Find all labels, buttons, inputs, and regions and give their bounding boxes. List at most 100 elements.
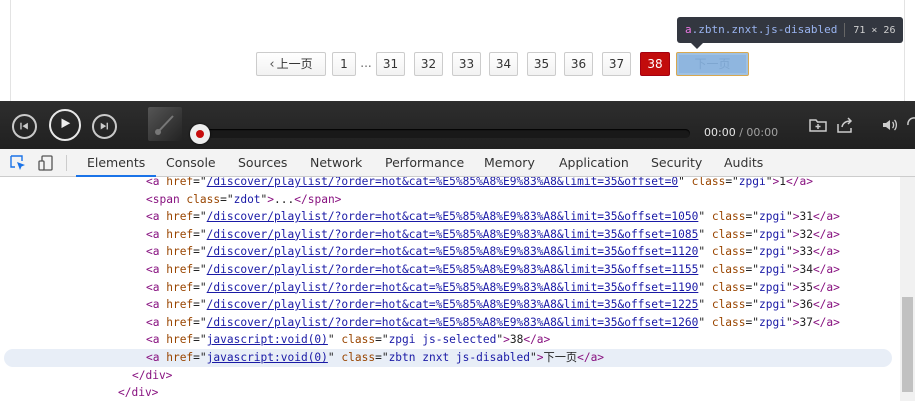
- pagination-ellipsis: ...: [360, 56, 372, 70]
- page-button-35[interactable]: 35: [527, 52, 556, 76]
- page-button-36[interactable]: 36: [564, 52, 593, 76]
- scrollbar-thumb[interactable]: [902, 297, 913, 392]
- tag-open: <a: [146, 227, 160, 241]
- attr-quote: ": [785, 227, 793, 241]
- dom-node-line[interactable]: <a href="/discover/playlist/?order=hot&c…: [0, 208, 900, 226]
- dom-node-line[interactable]: <a href="/discover/playlist/?order=hot&c…: [0, 279, 900, 297]
- dom-node-line[interactable]: <a href="/discover/playlist/?order=hot&c…: [0, 243, 900, 261]
- tab-console[interactable]: Console: [166, 149, 216, 177]
- loop-button[interactable]: [904, 115, 915, 135]
- attr-name: class: [705, 315, 746, 329]
- page-button-selected[interactable]: 38: [640, 52, 670, 76]
- attr-eq: =": [193, 280, 207, 294]
- attr-name: class: [705, 280, 746, 294]
- page-button-37[interactable]: 37: [602, 52, 631, 76]
- progress-track[interactable]: [195, 129, 690, 138]
- attr-eq: =": [193, 227, 207, 241]
- attr-class-value: zbtn znxt js-disabled: [388, 351, 531, 364]
- tab-security[interactable]: Security: [651, 149, 702, 177]
- attr-quote: ": [785, 245, 793, 259]
- tab-performance[interactable]: Performance: [385, 149, 464, 177]
- attr-quote: ": [327, 333, 335, 347]
- dom-node-line[interactable]: <a href="/discover/playlist/?order=hot&c…: [0, 177, 900, 191]
- page-button-33[interactable]: 33: [452, 52, 481, 76]
- play-button[interactable]: [49, 109, 81, 141]
- time-separator: /: [735, 126, 747, 139]
- attr-href-link[interactable]: /discover/playlist/?order=hot&cat=%E5%85…: [207, 228, 699, 241]
- attr-href-link[interactable]: javascript:void(0): [207, 351, 328, 364]
- attr-quote: ": [785, 280, 793, 294]
- dom-node-line[interactable]: <span class="zdot">...</span>: [0, 191, 900, 209]
- attr-class-value: zpgi: [759, 263, 786, 276]
- elements-scrollbar[interactable]: [900, 177, 915, 401]
- page-button-32[interactable]: 32: [414, 52, 443, 76]
- attr-class-value: zpgi js-selected: [388, 333, 497, 347]
- dom-node-line[interactable]: <a href="javascript:void(0)" class="zbtn…: [4, 349, 892, 367]
- device-mode-icon: [38, 155, 53, 171]
- attr-name: href: [159, 333, 194, 347]
- attr-href-link[interactable]: /discover/playlist/?order=hot&cat=%E5%85…: [207, 298, 699, 311]
- page-button-31[interactable]: 31: [376, 52, 405, 76]
- attr-quote: ": [678, 177, 685, 188]
- elements-dom-tree[interactable]: <a href="/discover/playlist/?order=hot&c…: [0, 177, 900, 401]
- add-to-playlist-button[interactable]: [808, 115, 828, 135]
- tag-open: <a: [146, 333, 160, 347]
- attr-eq: =": [375, 351, 389, 364]
- next-track-button[interactable]: [92, 114, 117, 139]
- attr-href-link[interactable]: /discover/playlist/?order=hot&cat=%E5%85…: [207, 263, 699, 276]
- attr-href-link[interactable]: /discover/playlist/?order=hot&cat=%E5%85…: [207, 177, 678, 188]
- tab-memory[interactable]: Memory: [484, 149, 535, 177]
- attr-eq: =": [745, 263, 759, 276]
- attr-eq: =": [193, 298, 207, 312]
- attr-href-link[interactable]: javascript:void(0): [207, 333, 328, 346]
- node-text: 35: [799, 280, 813, 294]
- tab-audits[interactable]: Audits: [724, 149, 763, 177]
- progress-knob[interactable]: [190, 124, 210, 144]
- time-display: 00:00 / 00:00: [704, 125, 778, 141]
- tag-open: <a: [146, 351, 160, 364]
- dom-node-line[interactable]: <a href="javascript:void(0)" class="zpgi…: [0, 331, 900, 349]
- album-cover[interactable]: [148, 107, 182, 141]
- dom-node-line[interactable]: <a href="/discover/playlist/?order=hot&c…: [0, 314, 900, 332]
- inspect-element-button[interactable]: [9, 154, 27, 172]
- closing-tag: </div>: [118, 386, 159, 400]
- tag-open: <a: [146, 177, 160, 188]
- devtools-panel: Elements Console Sources Network Perform…: [0, 149, 915, 401]
- page-button-1[interactable]: 1: [332, 52, 356, 76]
- tab-elements[interactable]: Elements: [76, 149, 157, 177]
- attr-quote: ": [530, 351, 537, 364]
- dom-node-line[interactable]: </div>: [0, 384, 900, 401]
- prev-page-button[interactable]: ‹ 上一页: [256, 52, 326, 76]
- share-button[interactable]: [835, 115, 855, 135]
- dom-node-line[interactable]: <a href="/discover/playlist/?order=hot&c…: [0, 261, 900, 279]
- current-time: 00:00: [704, 126, 736, 139]
- next-page-button[interactable]: 下一页: [676, 52, 749, 76]
- tab-sources[interactable]: Sources: [238, 149, 287, 177]
- dom-node-line[interactable]: <a href="/discover/playlist/?order=hot&c…: [0, 226, 900, 244]
- attr-class-value: zpgi: [759, 210, 786, 224]
- attr-name: href: [159, 245, 194, 259]
- total-time: 00:00: [746, 126, 779, 139]
- content-right-border: [904, 0, 905, 101]
- attr-quote: ": [327, 351, 335, 364]
- device-toolbar-button[interactable]: [37, 154, 55, 172]
- dom-node-line[interactable]: <a href="/discover/playlist/?order=hot&c…: [0, 296, 900, 314]
- volume-button[interactable]: [880, 115, 900, 135]
- chevron-left-icon: ‹: [269, 57, 275, 72]
- attr-eq: =": [193, 263, 207, 276]
- attr-eq: =": [193, 210, 207, 224]
- attr-eq: =": [745, 227, 759, 241]
- attr-href-link[interactable]: /discover/playlist/?order=hot&cat=%E5%85…: [207, 245, 699, 258]
- page-button-34[interactable]: 34: [489, 52, 518, 76]
- attr-eq: =": [745, 315, 759, 329]
- tooltip-tag: a: [685, 23, 692, 36]
- attr-href-link[interactable]: /discover/playlist/?order=hot&cat=%E5%85…: [207, 281, 699, 294]
- tab-application[interactable]: Application: [559, 149, 629, 177]
- music-player-bar: 00:00 / 00:00: [0, 101, 915, 149]
- attr-href-link[interactable]: /discover/playlist/?order=hot&cat=%E5%85…: [207, 210, 699, 223]
- tab-network[interactable]: Network: [310, 149, 362, 177]
- attr-href-link[interactable]: /discover/playlist/?order=hot&cat=%E5%85…: [207, 316, 699, 329]
- dom-node-line[interactable]: </div>: [0, 367, 900, 385]
- tag-open: <a: [146, 315, 160, 329]
- previous-track-button[interactable]: [12, 114, 37, 139]
